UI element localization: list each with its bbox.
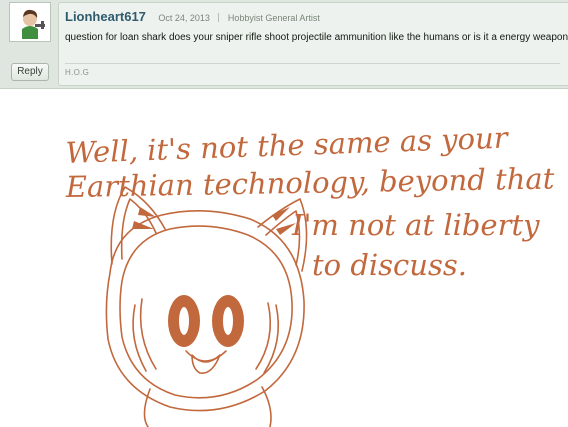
- artwork-image: Well, it's not the same as your Earthian…: [0, 89, 568, 427]
- user-role: Hobbyist General Artist: [227, 13, 320, 23]
- signature-divider: [65, 63, 560, 64]
- comment-panel: Reply Lionheart617 Oct 24, 2013 Hobbyist…: [0, 0, 568, 89]
- artwork-canvas: Well, it's not the same as your Earthian…: [65, 121, 555, 427]
- user-avatar-icon[interactable]: [9, 2, 51, 42]
- comment-text: question for loan shark does your sniper…: [65, 32, 568, 43]
- comment-signature: H.O.G: [65, 68, 90, 77]
- comment-date: Oct 24, 2013: [158, 13, 210, 23]
- speech-line-3: I'm not at liberty: [291, 208, 540, 242]
- comment-meta: Lionheart617 Oct 24, 2013 Hobbyist Gener…: [65, 8, 320, 26]
- comment-box: Lionheart617 Oct 24, 2013 Hobbyist Gener…: [58, 2, 568, 86]
- speech-line-4: to discuss.: [312, 248, 467, 282]
- avatar-image: [10, 3, 50, 41]
- meta-separator: [218, 13, 220, 22]
- username-link[interactable]: Lionheart617: [65, 9, 146, 24]
- eye-highlights: [179, 307, 233, 335]
- reply-button[interactable]: Reply: [11, 63, 49, 81]
- speech-line-2: Earthian technology, beyond that: [65, 161, 555, 204]
- ear-markings: [132, 207, 296, 347]
